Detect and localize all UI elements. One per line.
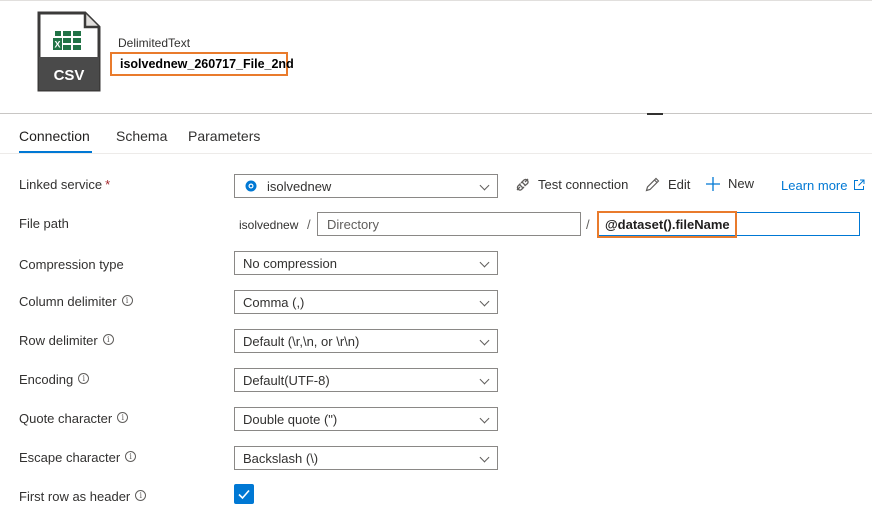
checkmark-icon — [238, 489, 250, 500]
escape-character-select[interactable]: Backslash (\) — [234, 446, 498, 470]
file-name-value[interactable]: @dataset().fileName — [597, 211, 737, 238]
linked-service-value: isolvednew — [267, 179, 332, 194]
chevron-down-icon — [479, 452, 490, 463]
pencil-icon — [645, 177, 660, 192]
plus-icon — [706, 177, 720, 191]
row-delimiter-label: Row delimiter i — [19, 333, 114, 348]
column-delimiter-label-text: Column delimiter — [19, 294, 117, 309]
compression-type-select[interactable]: No compression — [234, 251, 498, 275]
info-icon[interactable]: i — [121, 295, 133, 306]
external-link-icon — [854, 179, 865, 190]
compression-type-value: No compression — [243, 256, 337, 271]
chevron-down-icon — [479, 257, 490, 268]
file-path-container: isolvednew — [239, 218, 299, 232]
dataset-header: X CSV DelimitedText isolvednew_260717_Fi… — [0, 0, 872, 115]
directory-input[interactable]: Directory — [317, 212, 581, 236]
test-connection-button[interactable]: Test connection — [514, 176, 628, 193]
dataset-name[interactable]: isolvednew_260717_File_2nd — [110, 52, 294, 76]
compression-type-label: Compression type — [19, 257, 124, 272]
quote-character-label-text: Quote character — [19, 411, 113, 426]
encoding-value: Default(UTF-8) — [243, 373, 330, 388]
info-icon[interactable]: i — [117, 412, 129, 423]
file-path-label: File path — [19, 216, 69, 231]
tab-schema[interactable]: Schema — [116, 128, 167, 144]
path-separator: / — [307, 217, 311, 232]
tab-connection[interactable]: Connection — [19, 128, 90, 144]
csv-file-icon: X CSV — [37, 11, 101, 92]
column-delimiter-label: Column delimiter i — [19, 294, 133, 309]
encoding-label: Encoding i — [19, 372, 90, 387]
info-icon[interactable]: i — [78, 373, 90, 384]
column-delimiter-select[interactable]: Comma (,) — [234, 290, 498, 314]
column-delimiter-value: Comma (,) — [243, 295, 305, 310]
svg-text:X: X — [55, 40, 61, 50]
escape-character-value: Backslash (\) — [243, 451, 319, 466]
escape-character-label: Escape character i — [19, 450, 137, 465]
learn-more-label: Learn more — [781, 178, 848, 193]
edit-label: Edit — [668, 177, 691, 192]
required-mark: * — [105, 177, 111, 192]
csv-icon-label: CSV — [54, 67, 85, 84]
first-row-header-label: First row as header i — [19, 489, 147, 504]
quote-character-label: Quote character i — [19, 411, 129, 426]
new-label: New — [728, 176, 755, 191]
tab-bar: Connection Schema Parameters — [0, 114, 872, 154]
quote-character-value: Double quote (") — [243, 412, 338, 427]
escape-character-label-text: Escape character — [19, 450, 121, 465]
path-separator-2: / — [586, 217, 590, 232]
encoding-label-text: Encoding — [19, 372, 74, 387]
info-icon[interactable]: i — [125, 451, 137, 462]
row-delimiter-label-text: Row delimiter — [19, 333, 98, 348]
linked-service-label-text: Linked service — [19, 177, 103, 192]
chevron-down-icon — [479, 335, 490, 346]
info-icon[interactable]: i — [135, 490, 147, 501]
info-icon[interactable]: i — [102, 334, 114, 345]
plug-icon — [516, 178, 529, 191]
active-tab-indicator — [19, 151, 92, 153]
storage-account-icon — [245, 180, 257, 192]
row-delimiter-select[interactable]: Default (\r,\n, or \r\n) — [234, 329, 498, 353]
chevron-down-icon — [479, 374, 490, 385]
row-delimiter-value: Default (\r,\n, or \r\n) — [243, 334, 360, 349]
dataset-type: DelimitedText — [118, 36, 191, 50]
learn-more-link[interactable]: Learn more — [781, 178, 865, 193]
linked-service-label: Linked service * — [19, 177, 110, 192]
chevron-down-icon — [479, 296, 490, 307]
encoding-select[interactable]: Default(UTF-8) — [234, 368, 498, 392]
linked-service-select[interactable]: isolvednew — [234, 174, 498, 198]
first-row-header-label-text: First row as header — [19, 489, 131, 504]
new-button[interactable]: New — [705, 176, 754, 192]
chevron-down-icon — [479, 413, 490, 424]
edit-button[interactable]: Edit — [644, 176, 690, 193]
quote-character-select[interactable]: Double quote (") — [234, 407, 498, 431]
tab-parameters[interactable]: Parameters — [188, 128, 260, 144]
first-row-header-checkbox[interactable] — [234, 484, 254, 504]
test-connection-label: Test connection — [538, 177, 629, 192]
chevron-down-icon — [479, 180, 490, 191]
